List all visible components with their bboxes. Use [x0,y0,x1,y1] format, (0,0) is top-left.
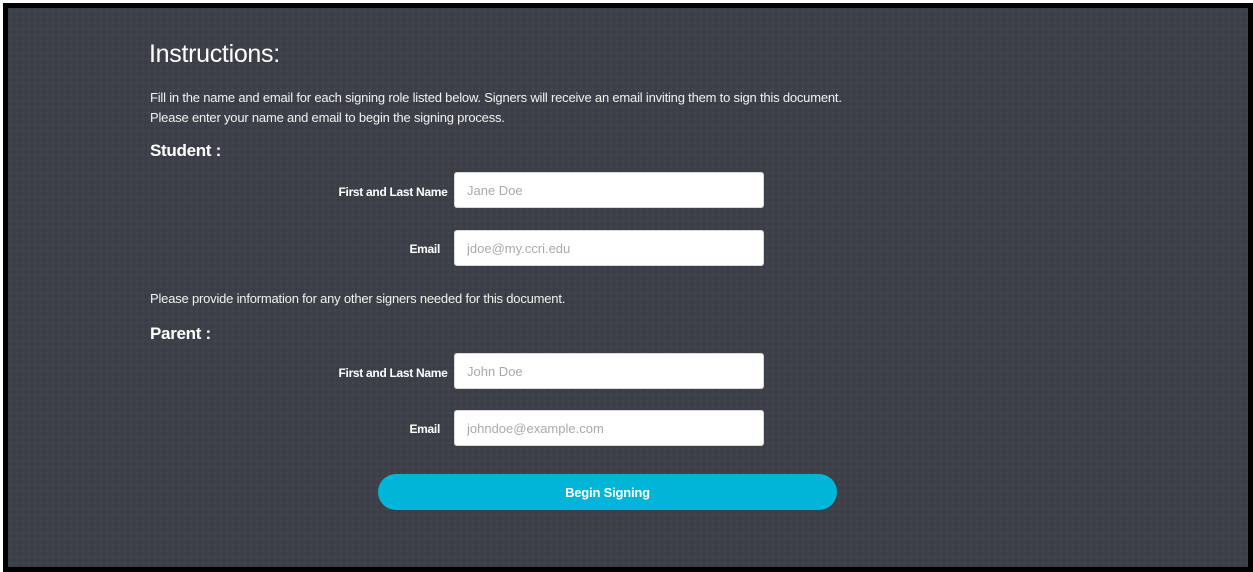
student-role-heading: Student : [150,141,221,160]
parent-email-input[interactable] [454,410,764,446]
student-email-input[interactable] [454,230,764,266]
parent-name-label: First and Last Name [338,366,448,380]
student-name-label: First and Last Name [338,185,448,199]
student-email-label: Email [409,242,440,256]
student-name-input[interactable] [454,172,764,208]
begin-signing-button[interactable]: Begin Signing [378,474,837,510]
instructions-text-line-1: Fill in the name and email for each sign… [150,90,842,105]
instructions-text-line-2: Please enter your name and email to begi… [150,110,505,125]
other-signers-note: Please provide information for any other… [150,291,566,306]
parent-email-label: Email [409,422,440,436]
signing-panel: Instructions: Fill in the name and email… [3,3,1253,572]
instructions-heading: Instructions: [149,40,280,68]
parent-role-heading: Parent : [150,324,211,343]
parent-name-input[interactable] [454,353,764,389]
